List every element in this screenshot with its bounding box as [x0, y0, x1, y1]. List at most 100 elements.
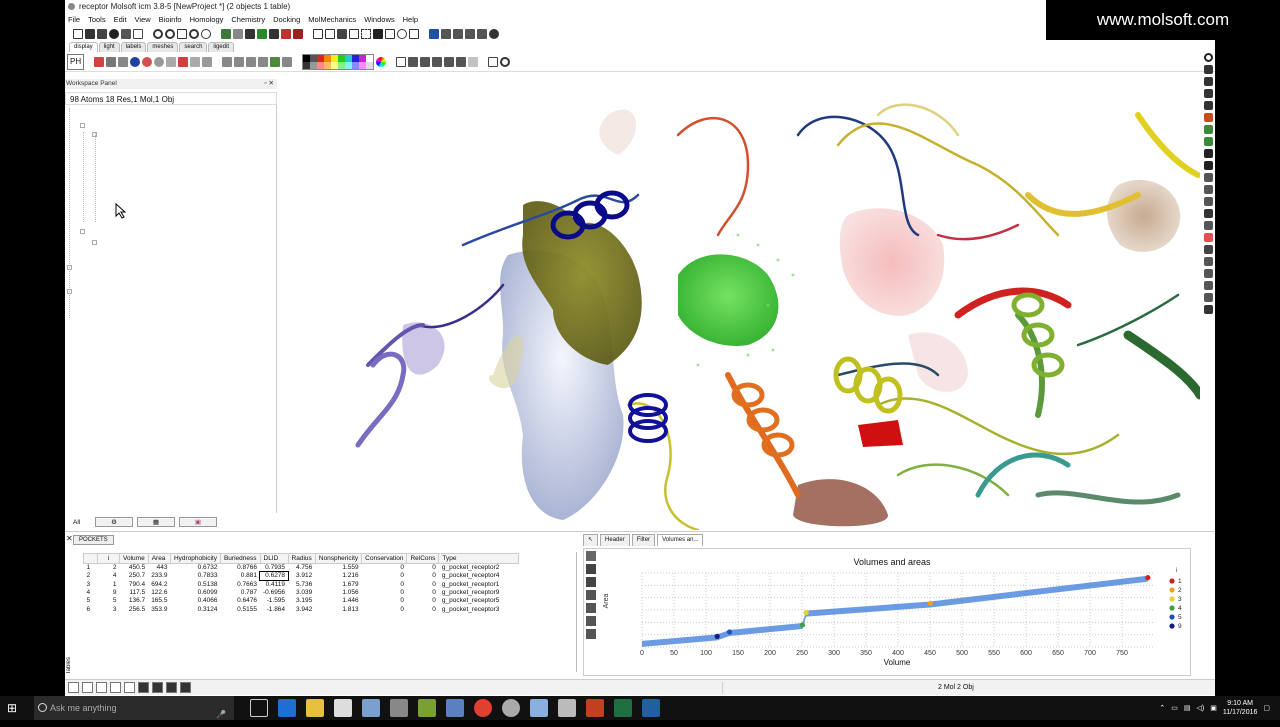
- open-file-icon[interactable]: [85, 29, 95, 39]
- cell-nonsphericity[interactable]: 1.446: [315, 597, 361, 605]
- tree-expand-icon[interactable]: [92, 240, 97, 245]
- close-view-icon[interactable]: [1203, 149, 1213, 158]
- cell-radius[interactable]: 5.736: [288, 580, 315, 588]
- app-icon-2[interactable]: [390, 699, 408, 717]
- tab-light[interactable]: light: [98, 42, 120, 52]
- cell-dlid[interactable]: 0.7935: [260, 564, 288, 572]
- column-header-type[interactable]: Type: [438, 553, 520, 564]
- cell-volume[interactable]: 450.5: [120, 564, 149, 572]
- settings-icon[interactable]: [121, 29, 131, 39]
- rotate-view-icon[interactable]: [1203, 65, 1213, 74]
- target-icon[interactable]: [1203, 53, 1213, 62]
- lock-icon[interactable]: [1203, 245, 1213, 254]
- cell-radius[interactable]: 3.039: [288, 588, 315, 596]
- cell-nonsphericity[interactable]: 1.056: [315, 588, 361, 596]
- data-point-4[interactable]: [799, 622, 806, 628]
- column-header-volume[interactable]: Volume: [119, 553, 149, 564]
- cell-nonsphericity[interactable]: 1.813: [315, 605, 361, 613]
- axes-icon[interactable]: [1203, 161, 1213, 170]
- circle-icon[interactable]: [397, 29, 407, 39]
- tab-docs[interactable]: ▣: [179, 517, 217, 527]
- molecule-3d-view[interactable]: [278, 75, 1200, 530]
- movie-icon[interactable]: [180, 682, 191, 693]
- cell-dlid[interactable]: -0.6956: [260, 588, 288, 596]
- cell-dlid[interactable]: 0.4119: [260, 580, 288, 588]
- tab-all[interactable]: All: [73, 519, 91, 526]
- cell-conservation[interactable]: 0: [362, 572, 407, 580]
- taskbar-search[interactable]: Ask me anything 🎤: [34, 696, 234, 720]
- list-icon[interactable]: [586, 590, 596, 600]
- cell-hydrophobicity[interactable]: 0.6732: [170, 564, 220, 572]
- status-icon-5[interactable]: [124, 682, 135, 693]
- powerpoint-icon[interactable]: [586, 699, 604, 717]
- color-atom-icon[interactable]: [222, 56, 233, 67]
- menu-edit[interactable]: Edit: [114, 13, 127, 26]
- eye-icon[interactable]: [166, 682, 177, 693]
- tree-expand-icon[interactable]: [80, 123, 85, 128]
- cell-hydrophobicity[interactable]: 0.5138: [170, 580, 220, 588]
- protein-structure-render[interactable]: [278, 75, 1200, 530]
- app-icon-5[interactable]: [530, 699, 548, 717]
- cell-i[interactable]: 4: [98, 572, 120, 580]
- menu-view[interactable]: View: [135, 13, 151, 26]
- heart-icon[interactable]: [1203, 233, 1213, 242]
- save-view-icon[interactable]: [488, 56, 499, 67]
- cell-relcons[interactable]: 0: [407, 588, 439, 596]
- menu-file[interactable]: File: [68, 13, 80, 26]
- clock[interactable]: 9:10 AM 11/17/2016: [1223, 699, 1258, 717]
- wire-icon[interactable]: [94, 56, 105, 67]
- color-residue-icon[interactable]: [246, 56, 257, 67]
- screen-icon[interactable]: [1203, 125, 1213, 134]
- search-icon[interactable]: [189, 29, 199, 39]
- text-icon[interactable]: [586, 564, 596, 574]
- reset-icon[interactable]: [245, 29, 255, 39]
- clip-icon[interactable]: [1203, 113, 1213, 122]
- gear-icon[interactable]: [489, 29, 499, 39]
- cell-dlid[interactable]: -1.864: [260, 605, 288, 613]
- cell-area[interactable]: 353.9: [148, 605, 170, 613]
- color-rainbow-icon[interactable]: [270, 56, 281, 67]
- calculator-icon[interactable]: [558, 699, 576, 717]
- cell-hydrophobicity[interactable]: 0.4066: [170, 597, 220, 605]
- app-icon-4[interactable]: [446, 699, 464, 717]
- hbond-icon[interactable]: [444, 56, 455, 67]
- menu-chemistry[interactable]: Chemistry: [231, 13, 265, 26]
- app-icon-6[interactable]: [642, 699, 660, 717]
- cell-type[interactable]: g_pocket_receptor3: [439, 605, 519, 613]
- table-row[interactable]: 4 9 117.5 122.6 0.6099 0.787 -0.6956 3.0…: [84, 588, 519, 596]
- tab-tables[interactable]: ▦: [137, 517, 175, 527]
- zz-icon[interactable]: [1203, 281, 1213, 290]
- hide-icon[interactable]: [202, 56, 213, 67]
- battery-icon[interactable]: ▭: [1171, 704, 1178, 712]
- perspective-icon[interactable]: [1203, 293, 1213, 302]
- tree-expand-icon[interactable]: [92, 132, 97, 137]
- pdb-icon[interactable]: [313, 29, 323, 39]
- cell-i[interactable]: 3: [98, 605, 120, 613]
- download-icon[interactable]: [453, 29, 463, 39]
- info-icon[interactable]: [269, 29, 279, 39]
- menu-bioinfo[interactable]: Bioinfo: [159, 13, 182, 26]
- print-icon[interactable]: [133, 29, 143, 39]
- grid-view-icon[interactable]: [586, 603, 596, 613]
- rock-icon[interactable]: [1203, 269, 1213, 278]
- menu-windows[interactable]: Windows: [364, 13, 394, 26]
- cell-type[interactable]: g_pocket_receptor1: [439, 580, 519, 588]
- delete-icon[interactable]: [281, 29, 291, 39]
- table-row[interactable]: 6 3 256.5 353.9 0.3124 0.5155 -1.864 3.9…: [84, 605, 519, 613]
- cell-conservation[interactable]: 0: [362, 588, 407, 596]
- torsion-icon[interactable]: [420, 56, 431, 67]
- histogram-icon[interactable]: [586, 629, 596, 639]
- cell-buriedness[interactable]: 0.787: [220, 588, 260, 596]
- tab-labels[interactable]: labels: [120, 42, 147, 52]
- ribbon-icon[interactable]: [166, 56, 177, 67]
- cell-radius[interactable]: 4.756: [288, 564, 315, 572]
- input-icon[interactable]: ▣: [1210, 704, 1217, 712]
- cell-volume[interactable]: 256.5: [120, 605, 149, 613]
- tab-display[interactable]: display: [69, 42, 98, 52]
- cell-conservation[interactable]: 0: [362, 564, 407, 572]
- export-icon[interactable]: [477, 29, 487, 39]
- tab-meshes[interactable]: meshes: [147, 42, 179, 52]
- cell-relcons[interactable]: 0: [407, 605, 439, 613]
- stick-icon[interactable]: [106, 56, 117, 67]
- cell-nonsphericity[interactable]: 1.559: [315, 564, 361, 572]
